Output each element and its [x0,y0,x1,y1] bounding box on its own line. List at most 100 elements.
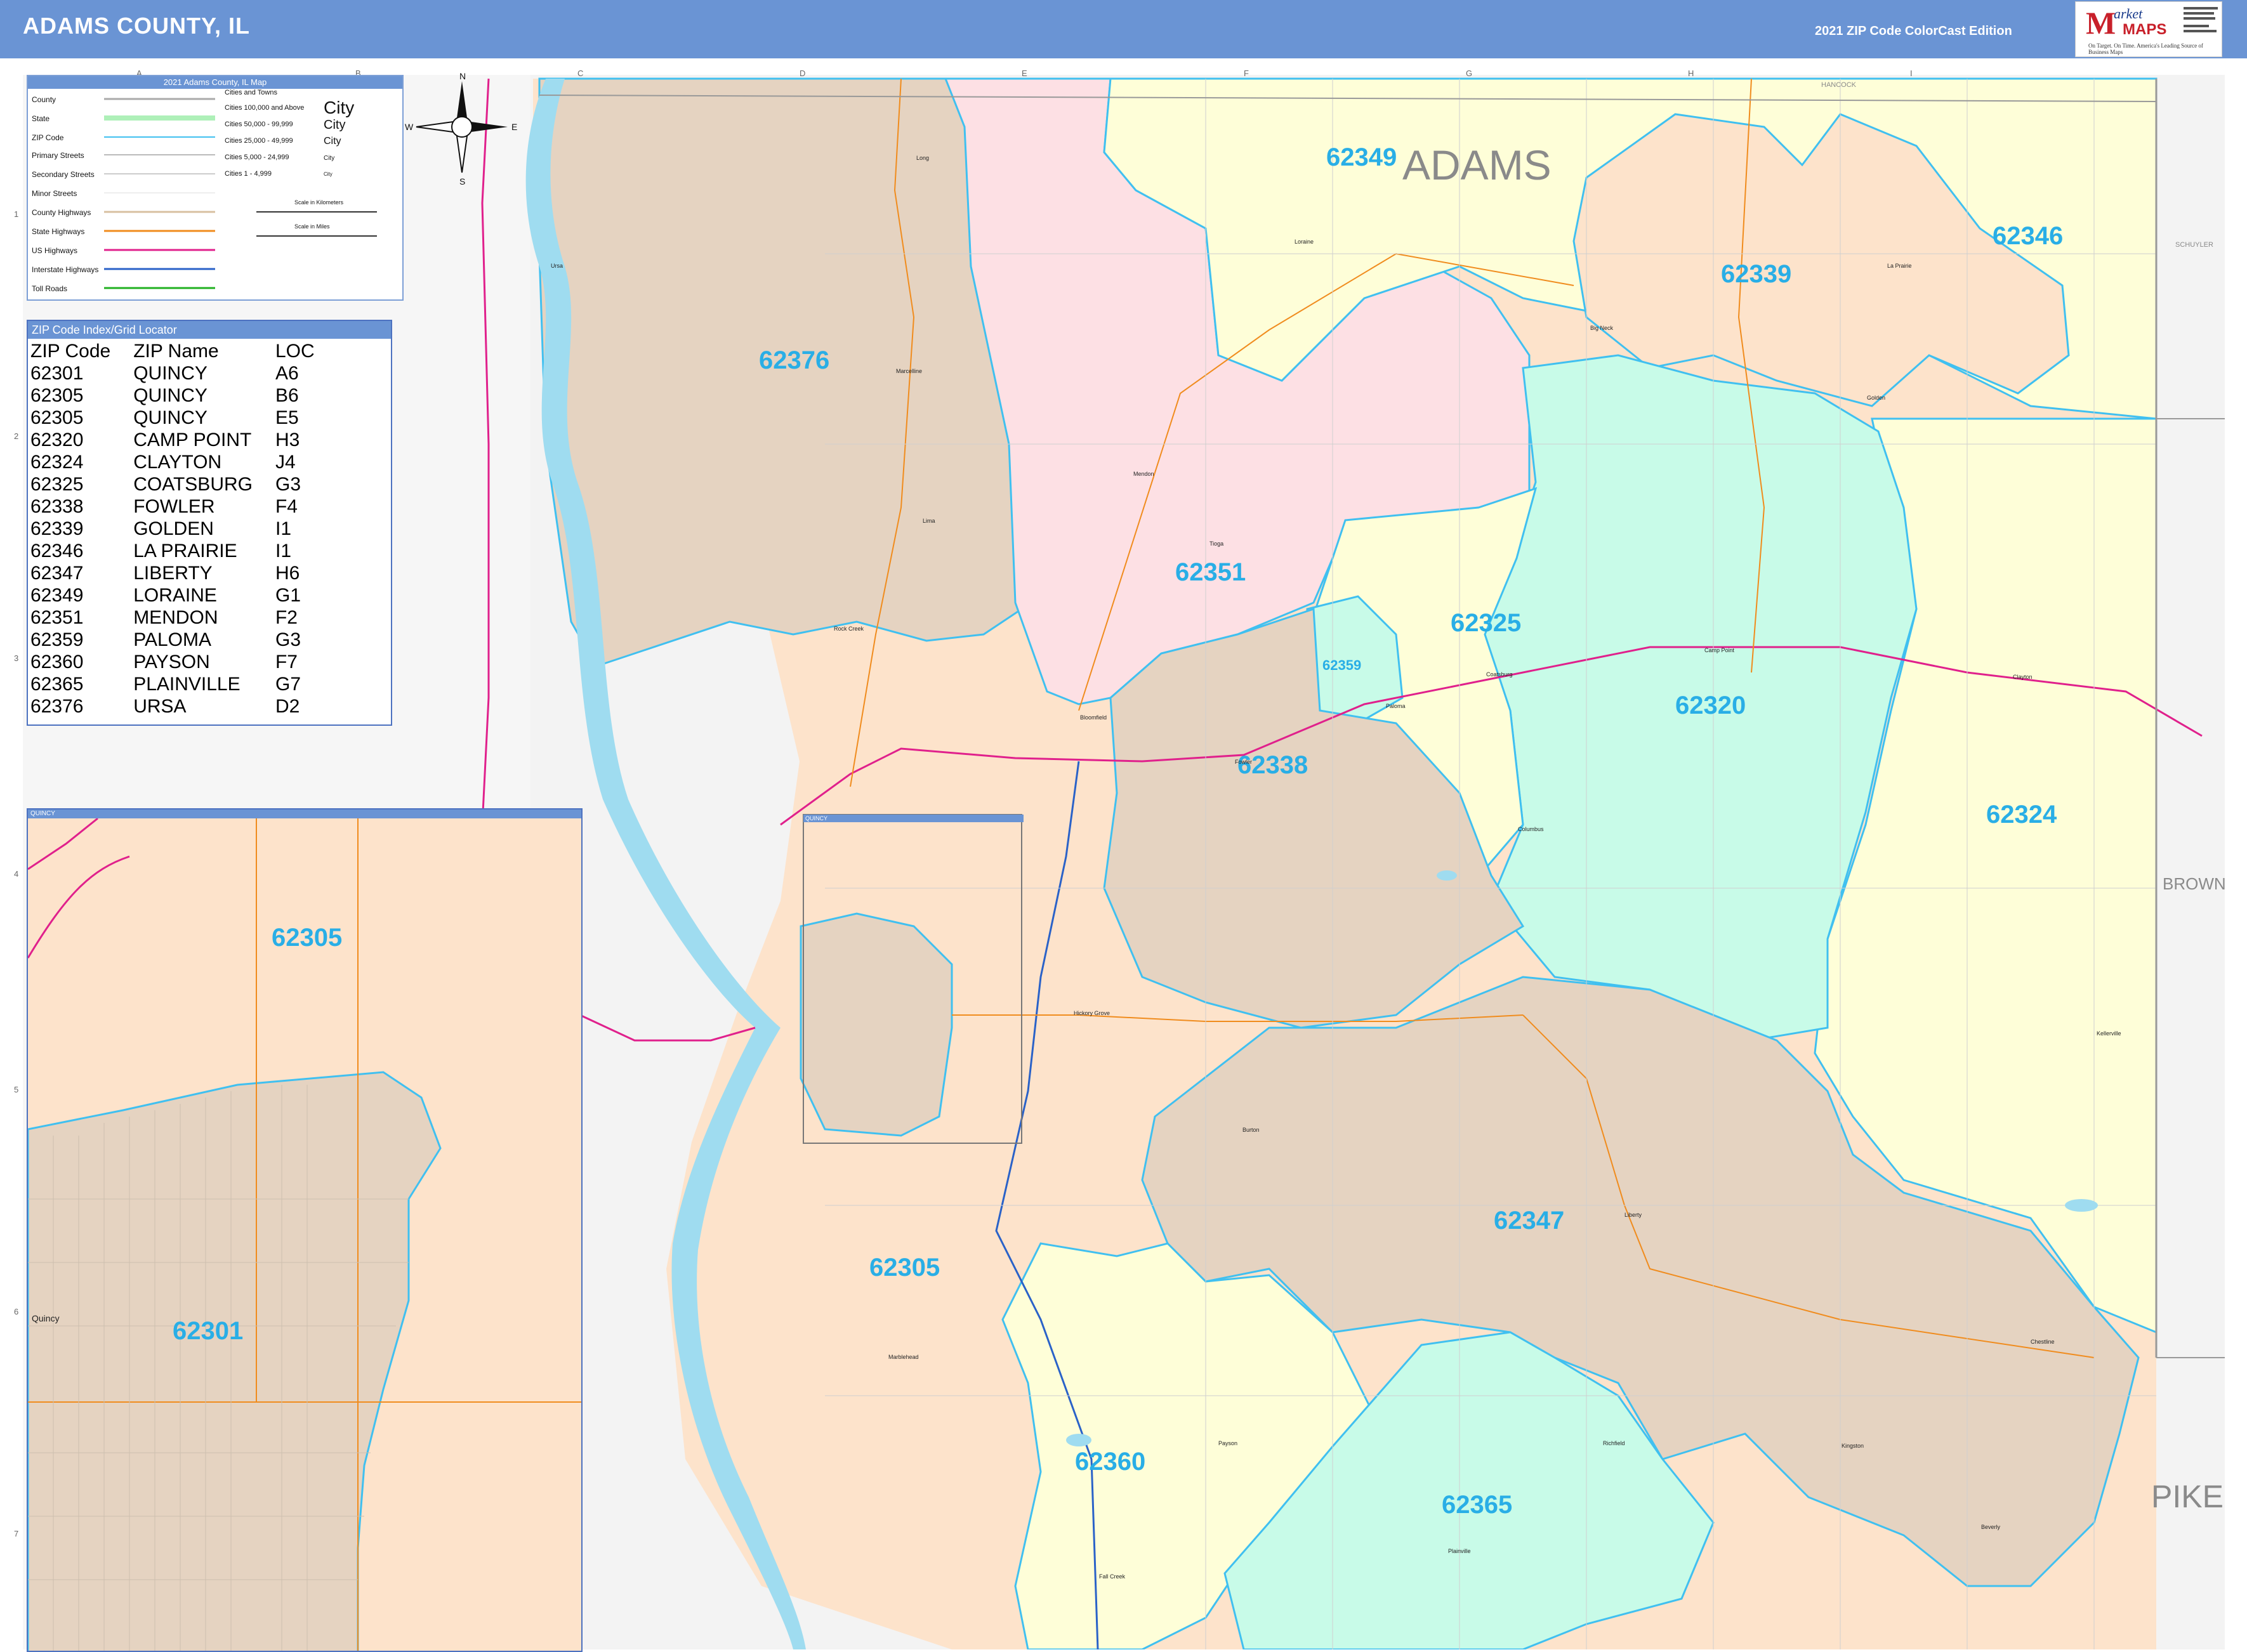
legend-city-class-4: Cities 5,000 - 24,999 [225,154,289,161]
grid-row-6: 6 [14,1307,19,1316]
edition-label: 2021 ZIP Code ColorCast Edition [1815,24,2012,38]
zip-label-62347: 62347 [1494,1207,1565,1235]
legend-zip: ZIP Code [32,133,64,142]
zip-label-62365: 62365 [1442,1491,1513,1519]
zip-label-62325: 62325 [1451,609,1522,637]
town-fowler: Fowler [1235,759,1253,765]
legend-scale-km: Scale in Kilometers [294,199,344,206]
lake [1066,1434,1091,1446]
grid-col-c: C [577,69,584,78]
zip-index-zip-code: 62376 [30,696,84,717]
zip-index-zip-name: LA PRAIRIE [133,541,237,561]
zip-index-zip-loc: D2 [275,696,300,717]
zip-index-zip-name: PLAINVILLE [133,674,241,695]
zip-index-zip-loc: I1 [275,518,292,539]
town-burton: Burton [1242,1127,1260,1133]
zip-index-zip-loc: G7 [275,674,301,695]
town-fall-creek: Fall Creek [1099,1573,1126,1580]
zip-index-row: 62301 QUINCY A6 [30,362,338,384]
zip-index-zip-loc: F4 [275,496,298,517]
legend-county-hwy: County Highways [32,208,91,217]
logo-contact-block [2184,7,2219,47]
zip-index-zip-loc: I1 [275,541,292,561]
zip-index-zip-name: PALOMA [133,629,211,650]
map-title: ADAMS COUNTY, IL [23,13,250,39]
zip-label-62349: 62349 [1326,143,1397,171]
town-golden: Golden [1867,395,1886,401]
zip-index-zip-loc: F2 [275,607,298,628]
town-coatsburg: Coatsburg [1486,671,1513,678]
zip-index-zip-name: COATSBURG [133,474,253,495]
town-bloomfield: Bloomfield [1080,714,1107,721]
compass-n: N [459,71,466,81]
zip-index-zip-loc: E5 [275,407,299,428]
zip-index-zip-code: 62305 [30,385,84,406]
zip-index-row: 62305 QUINCY E5 [30,407,338,429]
zip-index-row: 62376 URSA D2 [30,695,338,718]
zip-index-zip-loc: G1 [275,585,301,606]
legend-city-class-2: Cities 50,000 - 99,999 [225,121,293,128]
zip-index-zip-name: QUINCY [133,385,208,406]
legend-city-sample-5: City [324,171,333,177]
zip-index-title: ZIP Code Index/Grid Locator [28,321,391,339]
grid-col-h: H [1688,69,1694,78]
legend-city-sample-2: City [324,118,346,132]
county-label-adams: ADAMS [1402,141,1552,188]
zip-label-62351: 62351 [1175,558,1246,586]
legend-city-sample-3: City [324,136,341,147]
legend-city-sample-4: City [324,155,335,162]
grid-row-5: 5 [14,1085,19,1094]
grid-row-1: 1 [14,209,19,219]
county-label-pike: PIKE [2151,1479,2224,1514]
zip-index-zip-loc: G3 [275,474,301,495]
town-long: Long [916,155,930,161]
zip-index-row: 62325 COATSBURG G3 [30,473,338,495]
zip-index-zip-name: LIBERTY [133,563,213,584]
town-paloma: Paloma [1386,703,1406,709]
zip-index-row: 62359 PALOMA G3 [30,629,338,651]
town-beverly: Beverly [1981,1524,2001,1530]
town-rock-creek: Rock Creek [834,626,864,632]
zip-index-zip-code: 62360 [30,652,84,672]
legend-secondary: Secondary Streets [32,170,95,179]
legend-interstate: Interstate Highways [32,265,99,274]
legend-city-class-1: Cities 100,000 and Above [225,104,305,112]
zip-index-row: 62324 CLAYTON J4 [30,451,338,473]
legend-primary: Primary Streets [32,151,84,160]
town-marblehead: Marblehead [888,1354,919,1360]
legend-line-swatches [104,98,215,289]
zip-index-zip-name: LORAINE [133,585,217,606]
zip-index-zip-loc: H3 [275,429,300,450]
zip-index-table: ZIP Code ZIP Name LOC 62301 QUINCY A6 62305… [30,340,338,718]
grid-col-e: E [1022,69,1027,78]
zip-index-zip-loc: H6 [275,563,300,584]
inset-label-62305: 62305 [272,924,343,952]
zip-index-zip-loc: B6 [275,385,299,406]
zip-index-zip-loc: J4 [275,452,296,473]
legend-us-hwy: US Highways [32,246,78,255]
zip-index-zip-code: 62324 [30,452,84,473]
zip-label-62376: 62376 [759,346,830,374]
zip-code-index: ZIP Code Index/Grid Locator ZIP Code ZIP… [27,320,392,726]
legend-toll: Toll Roads [32,284,68,293]
town-ursa: Ursa [551,263,563,269]
zip-label-62338: 62338 [1237,751,1308,779]
zip-label-62320: 62320 [1675,692,1746,719]
legend-city-class-3: Cities 25,000 - 49,999 [225,137,293,145]
town-laprairie: La Prairie [1887,263,1912,269]
zip-index-zip-name: PAYSON [133,652,210,672]
grid-row-3: 3 [14,653,19,663]
scale-bar-icon [256,211,377,237]
town-chestline: Chestline [2031,1339,2055,1345]
zip-index-row: 62305 QUINCY B6 [30,384,338,407]
zip-index-row: 62349 LORAINE G1 [30,584,338,606]
zip-index-zip-code: 62347 [30,563,84,584]
town-plainville: Plainville [1448,1548,1471,1554]
zip-index-header-row: ZIP Code ZIP Name LOC [30,340,338,362]
market-maps-logo: M arket MAPS On Target. On Time. America… [2075,1,2222,57]
quincy-inset-map[interactable]: QUINCY 62305 62301 Quincy [27,808,583,1652]
zip-label-62324: 62324 [1986,801,2057,829]
legend-county: County [32,95,56,104]
zip-index-zip-name: FOWLER [133,496,215,517]
zip-index-zip-code: 62359 [30,629,84,650]
